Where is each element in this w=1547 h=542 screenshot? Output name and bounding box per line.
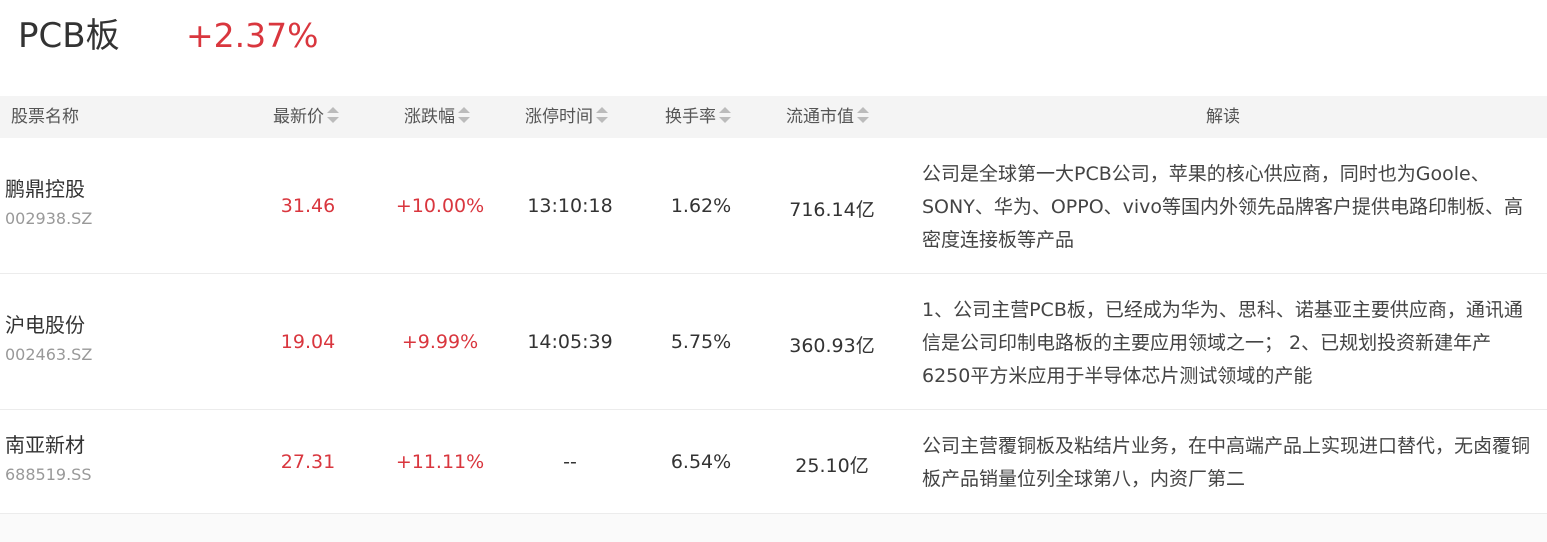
- column-header-market-cap[interactable]: 流通市值: [786, 96, 869, 138]
- stock-name[interactable]: 沪电股份: [5, 312, 92, 338]
- reading-cell: 公司主营覆铜板及粘结片业务，在中高端产品上实现进口替代，无卤覆铜板产品销量位列全…: [922, 435, 1531, 490]
- column-header-turnover[interactable]: 换手率: [665, 96, 731, 138]
- sort-icon[interactable]: [596, 107, 608, 123]
- limit-time-cell: --: [563, 451, 577, 473]
- sort-icon[interactable]: [857, 107, 869, 123]
- sector-header: PCB板 +2.37%: [0, 0, 1547, 96]
- reading-cell: 公司是全球第一大PCB公司，苹果的核心供应商，同时也为Goole、SONY、华为…: [922, 163, 1524, 251]
- table-footer-band: [0, 514, 1547, 542]
- column-header-reading: 解读: [1206, 107, 1240, 127]
- table-row[interactable]: 鹏鼎控股 002938.SZ 31.46 +10.00% 13:10:18 1.…: [0, 138, 1547, 274]
- column-header-price[interactable]: 最新价: [273, 96, 339, 138]
- stock-table: 股票名称 最新价 涨跌幅 涨停时间 换手率 流通市值 解读 鹏鼎控股 00293…: [0, 96, 1547, 514]
- stock-name-cell[interactable]: 沪电股份 002463.SZ: [5, 312, 92, 366]
- stock-code: 688519.SS: [5, 465, 92, 484]
- sort-icon[interactable]: [719, 107, 731, 123]
- market-cap-cell: 716.14亿: [789, 199, 875, 221]
- table-row[interactable]: 沪电股份 002463.SZ 19.04 +9.99% 14:05:39 5.7…: [0, 274, 1547, 410]
- change-cell: +10.00%: [395, 195, 485, 217]
- sector-name: PCB板: [18, 16, 120, 56]
- turnover-cell: 5.75%: [670, 331, 732, 353]
- price-cell: 19.04: [280, 331, 336, 353]
- limit-time-cell: 14:05:39: [527, 331, 613, 353]
- stock-name[interactable]: 南亚新材: [5, 432, 91, 458]
- turnover-cell: 6.54%: [670, 451, 732, 473]
- price-cell: 31.46: [280, 195, 336, 217]
- column-header-name: 股票名称: [11, 107, 79, 127]
- sort-icon[interactable]: [458, 107, 470, 123]
- stock-code: 002938.SZ: [5, 209, 93, 228]
- column-header-limit-time[interactable]: 涨停时间: [525, 96, 608, 138]
- stock-name[interactable]: 鹏鼎控股: [5, 176, 92, 202]
- sort-icon[interactable]: [327, 107, 339, 123]
- change-cell: +11.11%: [395, 451, 485, 473]
- column-header-change[interactable]: 涨跌幅: [404, 96, 470, 138]
- price-cell: 27.31: [280, 451, 336, 473]
- stock-name-cell[interactable]: 鹏鼎控股 002938.SZ: [5, 176, 92, 230]
- change-cell: +9.99%: [401, 331, 479, 353]
- table-row[interactable]: 南亚新材 688519.SS 27.31 +11.11% -- 6.54% 25…: [0, 410, 1547, 514]
- reading-cell: 1、公司主营PCB板，已经成为华为、思科、诺基亚主要供应商，通讯通信是公司印制电…: [922, 299, 1523, 387]
- limit-time-cell: 13:10:18: [527, 195, 613, 217]
- market-cap-cell: 360.93亿: [789, 335, 875, 357]
- turnover-cell: 1.62%: [670, 195, 732, 217]
- table-header: 股票名称 最新价 涨跌幅 涨停时间 换手率 流通市值 解读: [0, 96, 1547, 138]
- stock-code: 002463.SZ: [5, 345, 93, 364]
- stock-name-cell[interactable]: 南亚新材 688519.SS: [5, 432, 91, 486]
- sector-change: +2.37%: [186, 16, 319, 55]
- market-cap-cell: 25.10亿: [795, 455, 869, 477]
